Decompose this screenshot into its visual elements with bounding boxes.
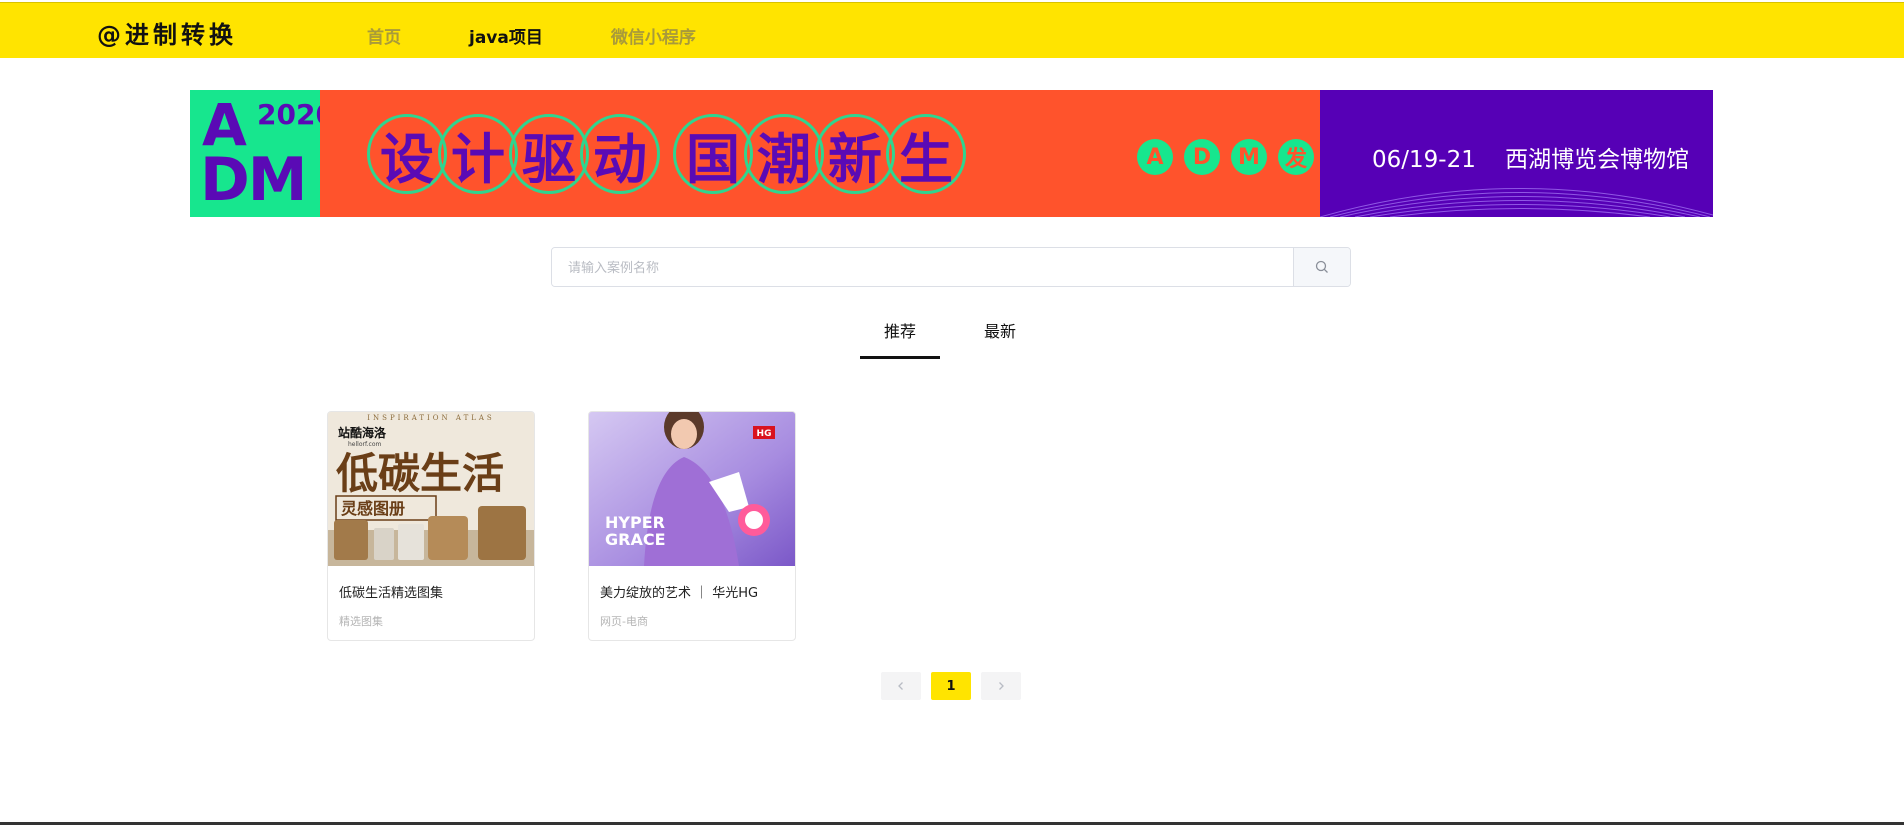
- hero-banner[interactable]: A 2020 DM 设 计 驱 动 国 潮 新 生 A D M 发 布 会: [190, 90, 1713, 217]
- pagination: 1: [881, 672, 1021, 700]
- banner-info-panel: 06/19-21 西湖博览会博物馆: [1320, 90, 1713, 217]
- case-title: 低碳生活精选图集: [339, 586, 444, 601]
- thumb1-logo: 站酷海洛: [338, 425, 387, 440]
- nav-item-wechat-miniprogram[interactable]: 微信小程序: [611, 23, 696, 48]
- banner-date: 06/19-21: [1372, 147, 1476, 173]
- search-input[interactable]: [552, 248, 1293, 286]
- brand-logo-text[interactable]: @进制转换: [97, 15, 237, 50]
- tag-char: 发: [1278, 139, 1314, 175]
- case-category: 网页-电商: [600, 615, 648, 628]
- slogan-char: 国: [673, 114, 753, 194]
- nav-item-java-projects[interactable]: java项目: [469, 23, 543, 48]
- thumb2-badge: HG: [757, 429, 772, 439]
- chevron-left-icon: [898, 682, 903, 690]
- thumbnail-low-carbon-image: INSPIRATION ATLAS 站酷海洛 hellorf.com 低碳生活 …: [328, 412, 534, 566]
- nav-item-home[interactable]: 首页: [367, 23, 401, 48]
- banner-adm-logo: A 2020 DM: [190, 90, 335, 217]
- search-button[interactable]: [1293, 248, 1350, 286]
- tag-char: D: [1184, 139, 1220, 175]
- thumb1-tag: 灵感图册: [341, 499, 405, 518]
- case-title: 美力绽放的艺术 ｜ 华光HG: [600, 586, 759, 601]
- thumb1-domain: hellorf.com: [348, 441, 382, 448]
- case-category: 精选图集: [339, 615, 383, 628]
- slogan-char: 计: [438, 114, 518, 194]
- case-thumbnail: INSPIRATION ATLAS 站酷海洛 hellorf.com 低碳生活 …: [328, 412, 534, 566]
- category-tabs: 推荐 最新: [860, 318, 1060, 359]
- page-number-button[interactable]: 1: [931, 672, 971, 700]
- tag-char: A: [1137, 139, 1173, 175]
- thumb1-headline: 低碳生活: [336, 449, 504, 498]
- thumbnail-hypergrace-image: HG HYPER GRACE: [589, 412, 795, 566]
- banner-venue: 西湖博览会博物馆: [1505, 147, 1690, 173]
- slogan-char: 生: [886, 114, 966, 194]
- tab-recommended[interactable]: 推荐: [860, 318, 940, 359]
- tag-char: M: [1231, 139, 1267, 175]
- slogan-char: 设: [367, 114, 447, 194]
- chevron-right-icon: [999, 682, 1004, 690]
- thumb2-line2: GRACE: [605, 530, 666, 549]
- slogan-char: 新: [815, 114, 895, 194]
- thumb1-top-band: INSPIRATION ATLAS: [367, 414, 494, 422]
- case-card-list: INSPIRATION ATLAS 站酷海洛 hellorf.com 低碳生活 …: [327, 411, 796, 641]
- next-page-button[interactable]: [981, 672, 1021, 700]
- case-thumbnail: HG HYPER GRACE: [589, 412, 795, 566]
- top-nav-bar: @进制转换 首页 java项目 微信小程序: [0, 2, 1904, 58]
- case-card[interactable]: HG HYPER GRACE 美力绽放的艺术 ｜ 华光HG 网页-电商: [588, 411, 796, 641]
- search-icon: [1315, 260, 1328, 273]
- slogan-char: 驱: [509, 114, 589, 194]
- case-card[interactable]: INSPIRATION ATLAS 站酷海洛 hellorf.com 低碳生活 …: [327, 411, 535, 641]
- slogan-char: 潮: [744, 114, 824, 194]
- banner-slogan-panel: 设 计 驱 动 国 潮 新 生 A D M 发 布 会: [320, 90, 1408, 217]
- prev-page-button[interactable]: [881, 672, 921, 700]
- banner-event-info: 06/19-21 西湖博览会博物馆: [1372, 140, 1689, 174]
- tab-latest[interactable]: 最新: [960, 318, 1040, 359]
- main-nav: 首页 java项目 微信小程序: [367, 23, 764, 48]
- slogan-char: 动: [580, 114, 660, 194]
- search-bar: [551, 247, 1351, 287]
- banner-logo-dm: DM: [200, 145, 308, 215]
